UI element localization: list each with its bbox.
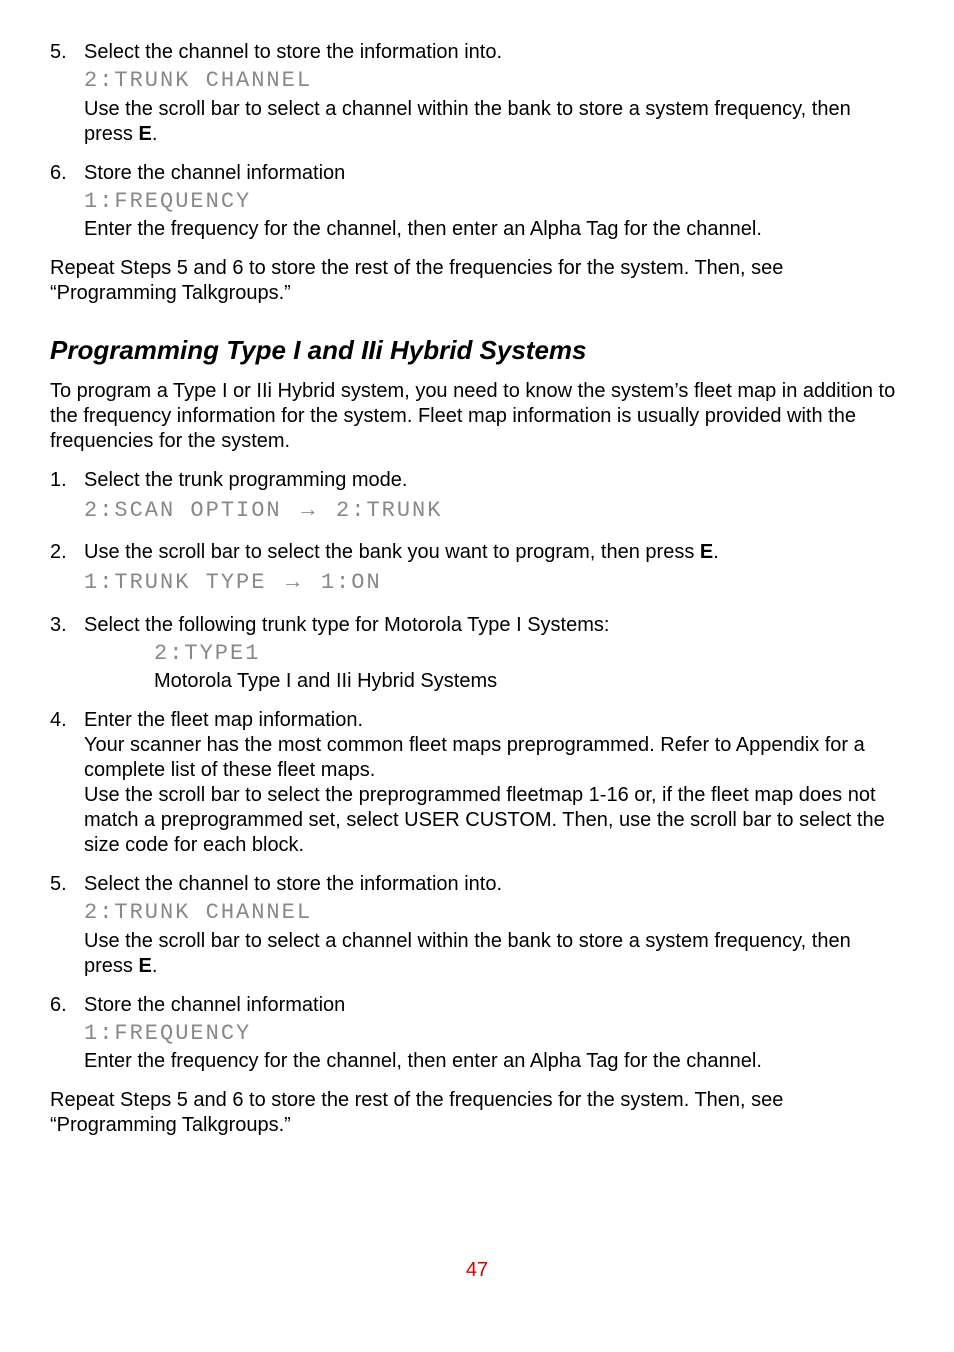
- list-number: 6.: [50, 161, 84, 243]
- list-number: 5.: [50, 872, 84, 979]
- list-item-3: 3. Select the following trunk type for M…: [50, 613, 904, 695]
- list-number: 5.: [50, 40, 84, 147]
- intro-paragraph: To program a Type I or IIi Hybrid system…: [50, 379, 904, 454]
- indent-block: 2:TYPE1 Motorola Type I and IIi Hybrid S…: [154, 640, 904, 695]
- list-item-2: 2. Use the scroll bar to select the bank…: [50, 540, 904, 599]
- lead-text: Store the channel information: [84, 993, 904, 1018]
- body-text: Enter the frequency for the channel, the…: [84, 217, 904, 242]
- list-body: Store the channel information 1:FREQUENC…: [84, 161, 904, 243]
- display-text: 1:TRUNK TYPE → 1:ON: [84, 567, 904, 597]
- list-number: 2.: [50, 540, 84, 599]
- display-text: 2:TYPE1: [154, 640, 904, 668]
- body-text: Enter the frequency for the channel, the…: [84, 1049, 904, 1074]
- lead-text: Select the trunk programming mode.: [84, 468, 904, 493]
- display-text: 1:FREQUENCY: [84, 1020, 904, 1048]
- list-body: Select the trunk programming mode. 2:SCA…: [84, 468, 904, 527]
- list-body: Enter the fleet map information. Your sc…: [84, 708, 904, 858]
- page-number: 47: [50, 1258, 904, 1283]
- lead-text: Store the channel information: [84, 161, 904, 186]
- list-number: 3.: [50, 613, 84, 695]
- repeat-paragraph-top: Repeat Steps 5 and 6 to store the rest o…: [50, 256, 904, 306]
- list-item-5: 5. Select the channel to store the infor…: [50, 872, 904, 979]
- sub-text: Motorola Type I and IIi Hybrid Systems: [154, 669, 904, 694]
- body-text-2: Use the scroll bar to select the preprog…: [84, 783, 904, 858]
- list-body: Use the scroll bar to select the bank yo…: [84, 540, 904, 599]
- display-text: 2:SCAN OPTION → 2:TRUNK: [84, 495, 904, 525]
- list-item-1: 1. Select the trunk programming mode. 2:…: [50, 468, 904, 527]
- lead-text: Select the channel to store the informat…: [84, 40, 904, 65]
- lead-text: Enter the fleet map information.: [84, 708, 904, 733]
- list-number: 4.: [50, 708, 84, 858]
- list-item-4: 4. Enter the fleet map information. Your…: [50, 708, 904, 858]
- display-text: 2:TRUNK CHANNEL: [84, 67, 904, 95]
- body-text-1: Your scanner has the most common fleet m…: [84, 733, 904, 783]
- list-number: 1.: [50, 468, 84, 527]
- display-text: 2:TRUNK CHANNEL: [84, 899, 904, 927]
- lead-text: Select the following trunk type for Moto…: [84, 613, 904, 638]
- list-item-6-top: 6. Store the channel information 1:FREQU…: [50, 161, 904, 243]
- body-text: Use the scroll bar to select a channel w…: [84, 929, 904, 979]
- list-body: Store the channel information 1:FREQUENC…: [84, 993, 904, 1075]
- display-text: 1:FREQUENCY: [84, 188, 904, 216]
- list-body: Select the channel to store the informat…: [84, 872, 904, 979]
- lead-text: Select the channel to store the informat…: [84, 872, 904, 897]
- lead-text: Use the scroll bar to select the bank yo…: [84, 540, 904, 565]
- list-body: Select the following trunk type for Moto…: [84, 613, 904, 695]
- list-item-5-top: 5. Select the channel to store the infor…: [50, 40, 904, 147]
- list-body: Select the channel to store the informat…: [84, 40, 904, 147]
- repeat-paragraph-bottom: Repeat Steps 5 and 6 to store the rest o…: [50, 1088, 904, 1138]
- section-heading: Programming Type I and IIi Hybrid System…: [50, 334, 904, 367]
- body-text: Use the scroll bar to select a channel w…: [84, 97, 904, 147]
- list-number: 6.: [50, 993, 84, 1075]
- list-item-6: 6. Store the channel information 1:FREQU…: [50, 993, 904, 1075]
